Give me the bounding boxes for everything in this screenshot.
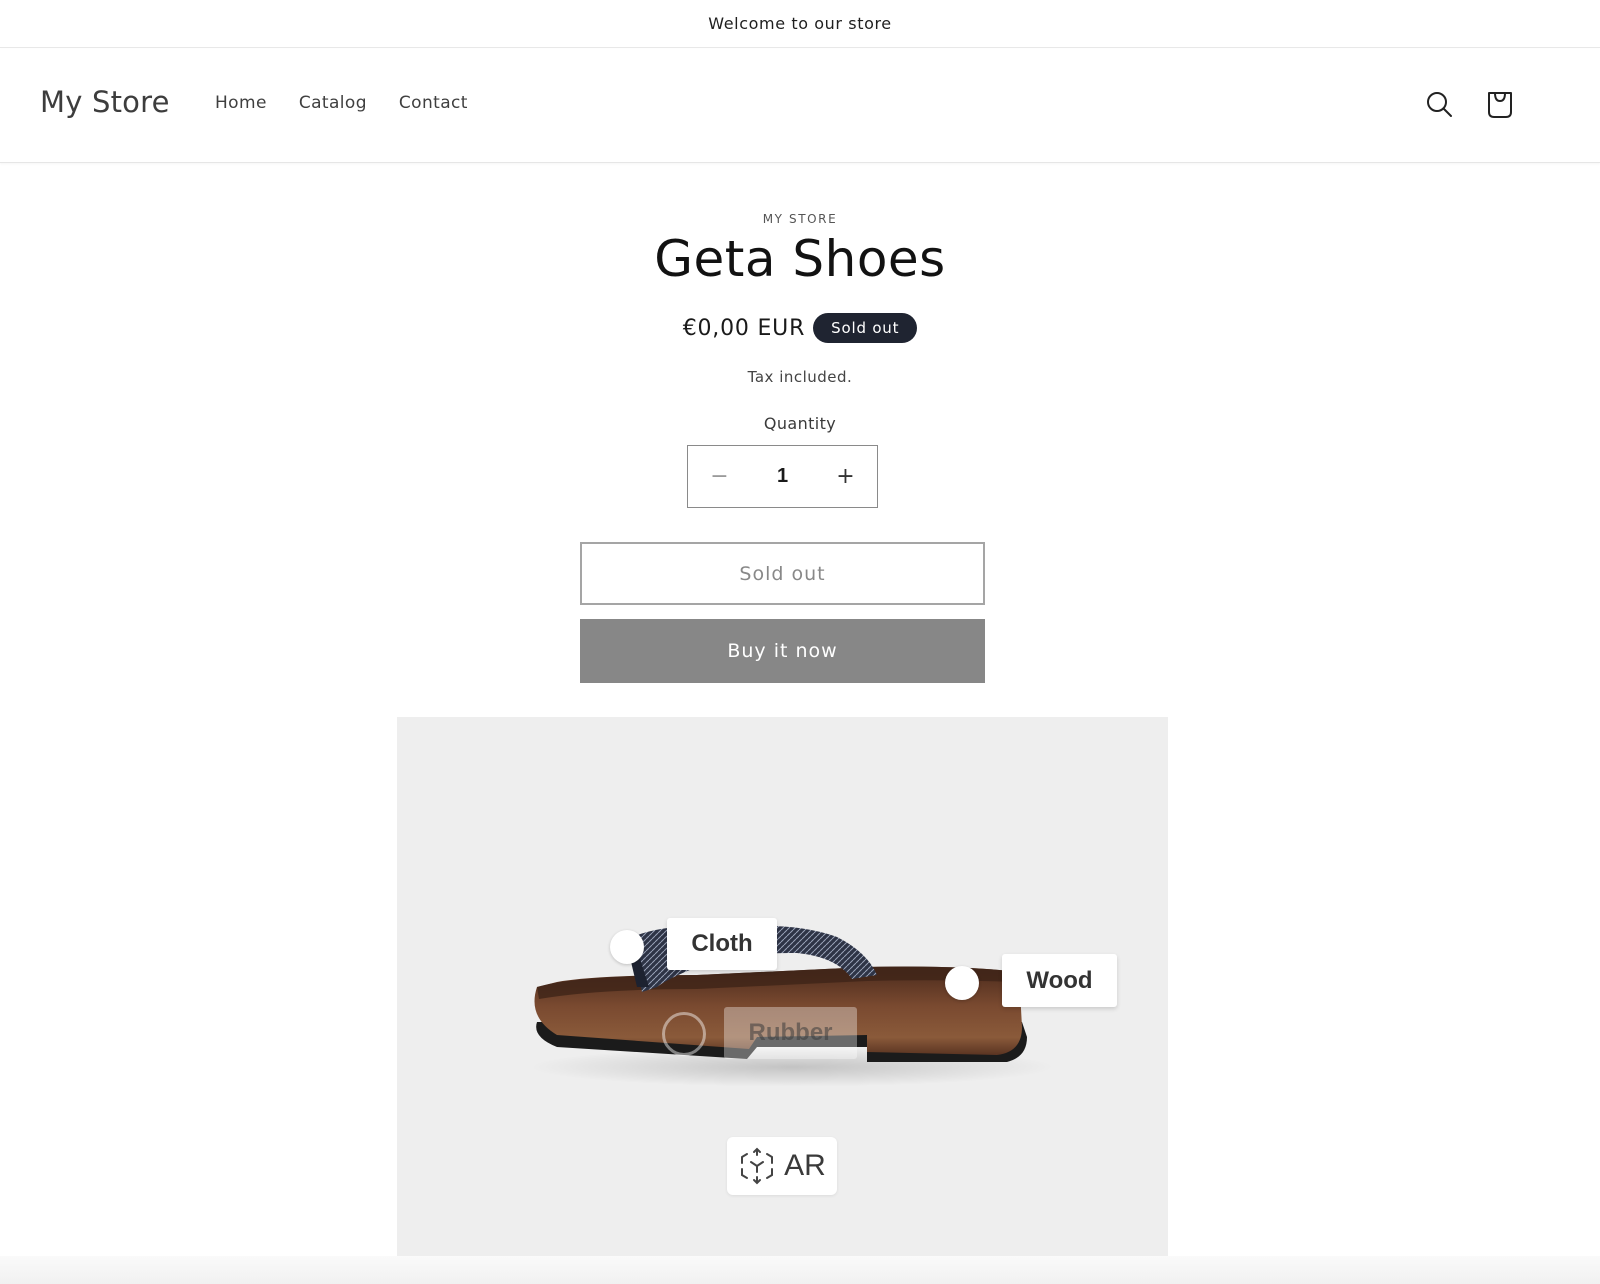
cart-button[interactable] — [1482, 87, 1518, 123]
model-viewer[interactable]: Cloth Wood Rubber AR — [397, 717, 1168, 1256]
announcement-bar: Welcome to our store — [0, 0, 1600, 48]
buy-it-now-button[interactable]: Buy it now — [580, 619, 985, 683]
nav-contact[interactable]: Contact — [399, 93, 468, 113]
hotspot-rubber-label[interactable]: Rubber — [724, 1007, 857, 1059]
search-icon — [1427, 92, 1452, 117]
cart-icon — [1488, 92, 1512, 118]
product-title: Geta Shoes — [654, 230, 946, 288]
nav-catalog[interactable]: Catalog — [299, 93, 367, 113]
announcement-text: Welcome to our store — [708, 14, 892, 33]
hotspot-cloth-dot[interactable] — [610, 930, 644, 964]
product-vendor: MY STORE — [762, 212, 838, 226]
hotspot-rubber-dot[interactable] — [662, 1012, 706, 1056]
view-in-ar-button[interactable]: AR — [727, 1137, 837, 1195]
page-bottom-edge — [0, 1256, 1600, 1284]
decrease-quantity-button[interactable]: − — [688, 446, 751, 507]
hotspot-wood-dot[interactable] — [945, 966, 979, 1000]
increase-quantity-button[interactable]: + — [814, 446, 877, 507]
price-row: €0,00 EUR Sold out — [0, 313, 1600, 343]
store-logo[interactable]: My Store — [40, 85, 170, 119]
add-to-cart-button[interactable]: Sold out — [580, 542, 985, 605]
site-header: My Store Home Catalog Contact — [0, 49, 1600, 163]
hotspot-wood-label[interactable]: Wood — [1002, 954, 1117, 1007]
sold-out-badge: Sold out — [813, 313, 918, 343]
quantity-input[interactable] — [751, 446, 814, 507]
quantity-label: Quantity — [763, 414, 837, 433]
tax-note: Tax included. — [747, 368, 853, 386]
main-nav: Home Catalog Contact — [215, 93, 500, 113]
ar-label: AR — [784, 1149, 826, 1182]
quantity-stepper: − + — [687, 445, 878, 508]
hotspot-cloth-label[interactable]: Cloth — [667, 918, 777, 970]
nav-home[interactable]: Home — [215, 93, 267, 113]
ar-cube-icon — [741, 1147, 774, 1185]
search-button[interactable] — [1422, 87, 1458, 123]
product-price: €0,00 EUR — [682, 315, 806, 341]
